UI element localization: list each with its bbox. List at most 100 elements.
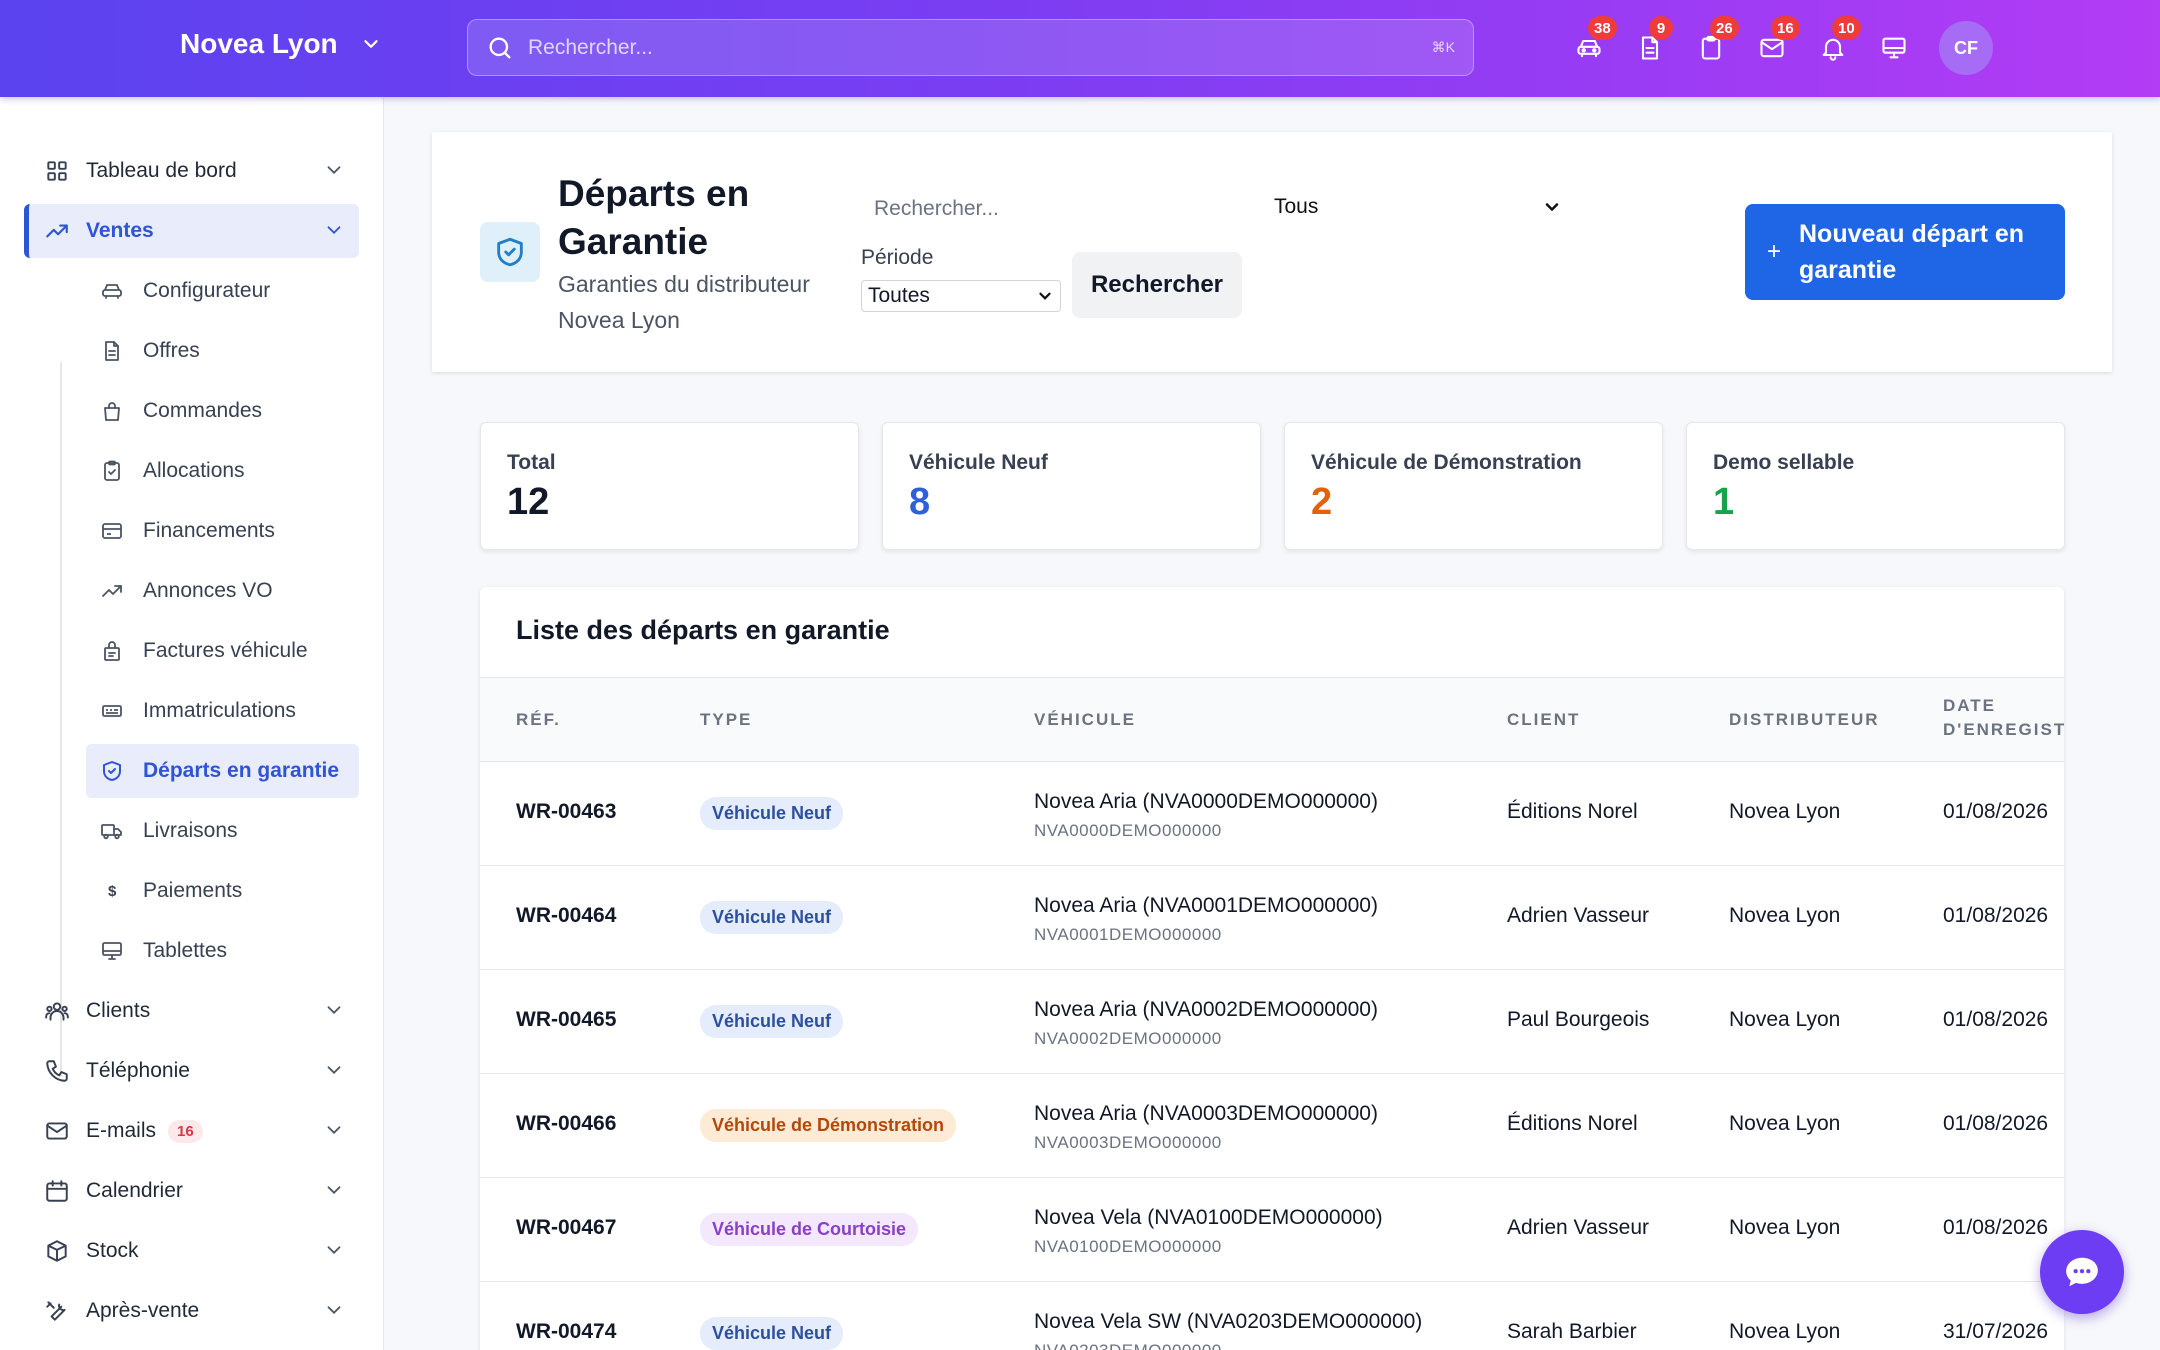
cell-client: Éditions Norel — [1507, 1112, 1638, 1135]
svg-text:$: $ — [108, 883, 117, 900]
cell-client: Paul Bourgeois — [1507, 1008, 1650, 1031]
stat-value: 8 — [909, 481, 931, 523]
period-value: Toutes — [868, 284, 930, 307]
sidebar-item-label: Factures véhicule — [143, 639, 308, 662]
sidebar-item-ventes[interactable]: Ventes — [24, 204, 359, 258]
cell-vehicle: Novea Aria (NVA0000DEMO000000) — [1034, 790, 1378, 813]
sidebar-item-label: Départs en garantie — [143, 759, 340, 782]
cell-ref[interactable]: WR-00464 — [516, 904, 616, 928]
column-header-vehicule[interactable]: VÉHICULE — [1034, 708, 1136, 732]
sidebar-item-livraisons[interactable]: Livraisons — [86, 804, 359, 858]
notification-badge: 16 — [1771, 16, 1800, 40]
mail-notification[interactable]: 16 — [1755, 16, 1800, 68]
offers-notification[interactable]: 9 — [1633, 16, 1673, 68]
cell-client: Éditions Norel — [1507, 800, 1638, 823]
sidebar-item-label: Paiements — [143, 879, 243, 902]
sidebar-item-immatriculations[interactable]: Immatriculations — [86, 684, 359, 738]
sidebar-item-label: Ventes — [86, 219, 154, 242]
table-row[interactable]: WR-00474 Véhicule Neuf Novea Vela SW (NV… — [480, 1282, 2064, 1350]
sidebar-item-label: Allocations — [143, 459, 245, 482]
sidebar-item-commandes[interactable]: Commandes — [86, 384, 359, 438]
sidebar-item-label: Commandes — [143, 399, 263, 422]
sidebar-item-tablettes[interactable]: Tablettes — [86, 924, 359, 978]
tasks-notification[interactable]: 26 — [1694, 16, 1739, 68]
table-row[interactable]: WR-00465 Véhicule Neuf Novea Aria (NVA00… — [480, 970, 2064, 1074]
cell-vehicle: Novea Vela (NVA0100DEMO000000) — [1034, 1206, 1383, 1229]
cell-date: 01/08/2026 — [1943, 904, 2049, 927]
sidebar-item-label: Financements — [143, 519, 275, 542]
sidebar-item-tableau-de-bord[interactable]: Tableau de bord — [24, 144, 359, 198]
search-button[interactable]: Rechercher — [1072, 252, 1242, 318]
table-row[interactable]: WR-00467 Véhicule de Courtoisie Novea Ve… — [480, 1178, 2064, 1282]
chevron-down-icon — [327, 1066, 341, 1075]
monitor-icon — [102, 942, 122, 960]
car-icon — [102, 284, 122, 299]
sidebar-item-label: E-mails — [86, 1119, 157, 1142]
trending-icon — [102, 585, 122, 597]
cell-ref[interactable]: WR-00465 — [516, 1008, 616, 1032]
cell-ref[interactable]: WR-00474 — [516, 1320, 616, 1344]
alerts-notification[interactable]: 10 — [1816, 16, 1861, 68]
cell-ref[interactable]: WR-00463 — [516, 800, 616, 824]
cell-vin: NVA0203DEMO000000 — [1034, 1341, 1222, 1350]
new-warranty-button[interactable]: + Nouveau départ en garantie — [1745, 204, 2065, 300]
cell-distributor: Novea Lyon — [1729, 800, 1841, 823]
period-label: Période — [861, 246, 934, 269]
column-header-client[interactable]: CLIENT — [1507, 708, 1580, 732]
type-badge: Véhicule Neuf — [700, 797, 844, 830]
tools-icon — [46, 1301, 66, 1321]
global-search[interactable]: ⌘K — [467, 19, 1474, 76]
filter-search-input[interactable] — [864, 188, 1244, 230]
sidebar-item-financements[interactable]: Financements — [86, 504, 359, 558]
sidebar-item-clients[interactable]: Clients — [24, 984, 359, 1038]
global-search-input[interactable] — [528, 35, 1388, 60]
sidebar-item-apres-vente[interactable]: Après-vente — [24, 1284, 359, 1338]
column-header-date[interactable]: DATE D'ENREGISTI — [1943, 694, 2064, 742]
sidebar-item-calendrier[interactable]: Calendrier — [24, 1164, 359, 1218]
sidebar-item-paiements[interactable]: $ Paiements — [86, 864, 359, 918]
column-header-type[interactable]: TYPE — [700, 708, 752, 732]
sidebar-item-e-mails[interactable]: E-mails 16 — [24, 1104, 359, 1158]
dealer-switcher[interactable]: Novea Lyon — [180, 28, 382, 60]
sidebar-item-label: Tablettes — [143, 939, 228, 962]
cell-ref[interactable]: WR-00467 — [516, 1216, 616, 1240]
sidebar-item-annonces-vo[interactable]: Annonces VO — [86, 564, 359, 618]
document-icon — [105, 341, 119, 361]
table-row[interactable]: WR-00464 Véhicule Neuf Novea Aria (NVA00… — [480, 866, 2064, 970]
search-shortcut: ⌘K — [1431, 39, 1455, 55]
stat-card-total: Total 12 — [480, 422, 859, 550]
column-header-distributeur[interactable]: DISTRIBUTEUR — [1729, 708, 1880, 732]
dollar-icon: $ — [108, 883, 117, 900]
chat-button[interactable] — [2040, 1230, 2124, 1314]
calendar-icon — [46, 1180, 68, 1202]
type-badge: Véhicule de Courtoisie — [700, 1213, 919, 1246]
sidebar-item-stock[interactable]: Stock — [24, 1224, 359, 1278]
table-row[interactable]: WR-00466 Véhicule de Démonstration Novea… — [480, 1074, 2064, 1178]
page-subtitle: Garanties du distributeur Novea Lyon — [558, 271, 810, 333]
chevron-down-icon — [327, 166, 341, 175]
sidebar-item-departs-en-garantie[interactable]: Départs en garantie — [86, 744, 359, 798]
user-avatar[interactable]: CF — [1939, 21, 1993, 75]
sidebar-item-label: Offres — [143, 339, 200, 362]
notification-badge: 9 — [1649, 16, 1673, 40]
period-select[interactable]: Toutes — [861, 280, 1061, 312]
sidebar-item-label: Stock — [86, 1239, 139, 1262]
sidebar-item-factures-vehicule[interactable]: Factures véhicule — [86, 624, 359, 678]
tablets-button[interactable] — [1877, 28, 1911, 68]
sidebar-item-configurateur[interactable]: Configurateur — [86, 264, 359, 318]
type-filter-select[interactable]: Tous — [1262, 184, 1562, 230]
cell-distributor: Novea Lyon — [1729, 1008, 1841, 1031]
sidebar-item-offres[interactable]: Offres — [86, 324, 359, 378]
sidebar-item-allocations[interactable]: Allocations — [86, 444, 359, 498]
cell-date: 01/08/2026 — [1943, 1008, 2049, 1031]
card-icon — [102, 523, 122, 539]
unread-count-badge: 16 — [168, 1119, 203, 1143]
notification-icons: 38 9 26 16 10 — [1572, 16, 1911, 68]
table-row[interactable]: WR-00463 Véhicule Neuf Novea Aria (NVA00… — [480, 762, 2064, 866]
column-header-ref[interactable]: RÉF. — [516, 708, 561, 732]
sidebar-item-telephonie[interactable]: Téléphonie — [24, 1044, 359, 1098]
cell-date: 01/08/2026 — [1943, 1216, 2049, 1239]
trending-icon — [46, 224, 68, 238]
vehicles-notification[interactable]: 38 — [1572, 16, 1617, 68]
cell-ref[interactable]: WR-00466 — [516, 1112, 616, 1136]
